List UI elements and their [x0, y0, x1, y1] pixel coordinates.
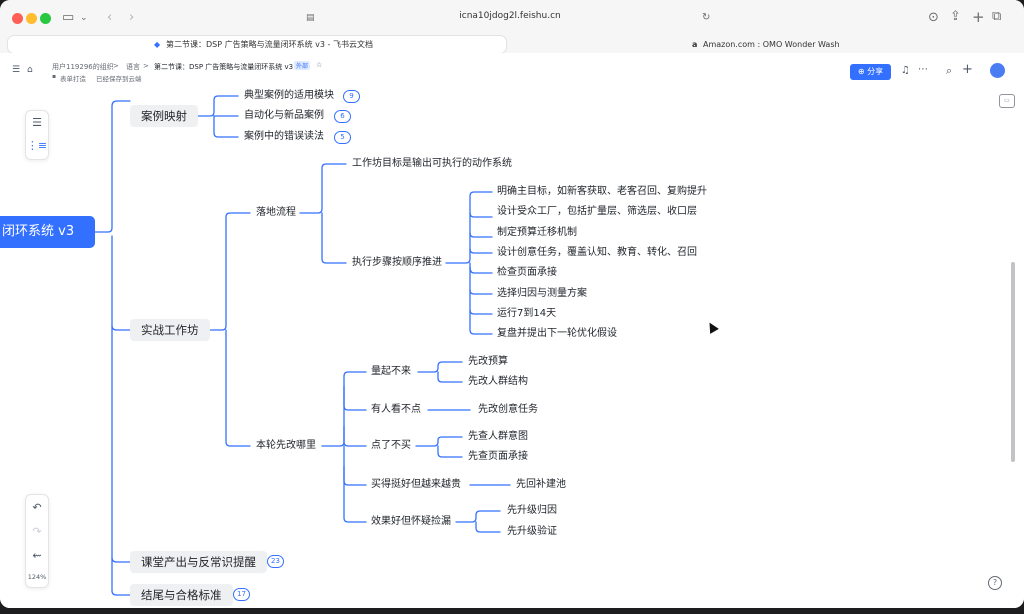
node-getting-expensive[interactable]: 买得挺好但越来越贵 [371, 478, 461, 492]
mindmap-view-icon[interactable]: ⋮≡ [26, 139, 48, 152]
node-step[interactable]: 检查页面承接 [497, 266, 557, 280]
tab-overview-icon[interactable]: ⧉ [992, 9, 1001, 25]
forward-icon[interactable]: › [129, 10, 134, 26]
title-bar: ▭ ⌄ ‹ › ▤ icna10jdog2l.feishu.cn ↻ ⊙ ⇪ +… [0, 0, 1024, 36]
star-icon[interactable]: ☆ [316, 61, 322, 69]
zoom-window-button[interactable] [40, 13, 51, 24]
breadcrumb-separator: > [113, 62, 119, 70]
collapsed-count-badge[interactable]: 5 [334, 131, 351, 144]
doc-title[interactable]: 第二节课：DSP 广告策略与流量闭环系统 v3 [154, 62, 293, 72]
menu-icon[interactable]: ☰ [12, 65, 20, 75]
browser-window: ▭ ⌄ ‹ › ▤ icna10jdog2l.feishu.cn ↻ ⊙ ⇪ +… [0, 0, 1024, 608]
node-step[interactable]: 选择归因与测量方案 [497, 287, 587, 301]
share-button[interactable]: ⊕ 分享 [850, 64, 891, 80]
mindmap-root-node[interactable]: 闭环系统 v3 [0, 216, 95, 248]
node-workshop-goal[interactable]: 工作坊目标是输出可执行的动作系统 [352, 157, 512, 171]
breadcrumb-org[interactable]: 用户119296的组织 [52, 62, 114, 72]
minimize-window-button[interactable] [26, 13, 37, 24]
download-icon[interactable]: ⊙ [928, 10, 939, 26]
breadcrumb-parent[interactable]: 语言 [126, 62, 140, 72]
breadcrumb-separator: > [143, 62, 149, 70]
node-no-clicks[interactable]: 有人看不点 [371, 403, 421, 417]
node-step[interactable]: 运行7到14天 [497, 307, 556, 321]
url-text: icna10jdog2l.feishu.cn [459, 11, 561, 21]
save-status: 已经保存到云端 [96, 75, 142, 83]
chevron-down-icon[interactable]: ⌄ [80, 10, 88, 26]
doc-header: ☰ ⌂ 用户119296的组织 > 语言 > 第二节课：DSP 广告策略与流量闭… [0, 53, 1024, 87]
node-workshop[interactable]: 实战工作坊 [130, 319, 210, 341]
node-automation-cases[interactable]: 自动化与新品案例 [244, 109, 324, 123]
share-label: 分享 [867, 67, 884, 76]
bell-icon[interactable]: ♫ [901, 65, 910, 76]
node-action[interactable]: 先查人群意图 [468, 430, 528, 444]
tab-feishu-doc[interactable]: ◆ 第二节课：DSP 广告策略与流量闭环系统 v3 - 飞书云文档 [8, 36, 506, 53]
amazon-logo-icon: a [692, 40, 698, 49]
reload-icon[interactable]: ↻ [702, 10, 710, 26]
node-landing-process[interactable]: 落地流程 [256, 206, 296, 220]
folder-icon: ▪ [52, 73, 57, 80]
node-action[interactable]: 先升级归因 [507, 504, 557, 518]
node-step[interactable]: 明确主目标，如新客获取、老客召回、复购提升 [497, 185, 707, 199]
tab-title: 第二节课：DSP 广告策略与流量闭环系统 v3 - 飞书云文档 [166, 40, 373, 49]
tab-amazon[interactable]: a Amazon.com : OMO Wonder Wash [512, 36, 1016, 53]
globe-icon: ⊕ [857, 67, 865, 76]
comment-icon[interactable]: ▭ [999, 94, 1015, 108]
collapsed-count-badge[interactable]: 23 [267, 555, 284, 568]
avatar[interactable] [990, 63, 1005, 78]
tab-bar: ◆ 第二节课：DSP 广告策略与流量闭环系统 v3 - 飞书云文档 a Amaz… [0, 36, 1024, 53]
home-icon[interactable]: ⌂ [27, 65, 33, 75]
tab-title: Amazon.com : OMO Wonder Wash [703, 40, 840, 49]
node-volume-low[interactable]: 量起不来 [371, 365, 411, 379]
node-step[interactable]: 制定预算迁移机制 [497, 226, 577, 240]
close-window-button[interactable] [12, 13, 23, 24]
external-tag: 外部 [294, 61, 311, 70]
feishu-logo-icon: ◆ [154, 40, 161, 49]
share-icon[interactable]: ⇪ [950, 9, 961, 25]
node-case-mapping[interactable]: 案例映射 [130, 105, 198, 127]
node-no-purchase[interactable]: 点了不买 [371, 439, 411, 453]
redo-icon[interactable]: ↷ [26, 525, 48, 538]
collapse-icon[interactable]: ⇜ [26, 549, 48, 562]
address-bar[interactable]: ▤ icna10jdog2l.feishu.cn ↻ [300, 7, 720, 29]
tag-label: 表单打造 [60, 75, 86, 83]
back-icon[interactable]: ‹ [107, 10, 112, 26]
node-action[interactable]: 先改人群结构 [468, 375, 528, 389]
node-step[interactable]: 设计受众工厂，包括扩量层、筛选层、收口层 [497, 205, 697, 219]
help-icon[interactable]: ? [988, 576, 1002, 590]
node-action[interactable]: 先改创意任务 [478, 403, 538, 417]
undo-icon[interactable]: ↶ [26, 501, 48, 514]
collapsed-count-badge[interactable]: 6 [334, 110, 351, 123]
zoom-level[interactable]: 124% [26, 573, 48, 581]
node-step[interactable]: 设计创意任务，覆盖认知、教育、转化、召回 [497, 246, 697, 260]
node-where-to-change[interactable]: 本轮先改哪里 [256, 439, 316, 453]
view-toolbar: ☰ ⋮≡ [25, 110, 49, 160]
search-icon[interactable]: ⌕ [946, 64, 952, 78]
edit-toolbar: ↶ ↷ ⇜ 124% [25, 494, 49, 588]
node-typical-cases[interactable]: 典型案例的适用模块 [244, 89, 334, 103]
collapsed-count-badge[interactable]: 17 [233, 588, 250, 601]
node-suspect-harvest[interactable]: 效果好但怀疑捡漏 [371, 515, 451, 529]
node-execution-steps[interactable]: 执行步骤按顺序推进 [352, 256, 442, 270]
add-icon[interactable]: + [962, 62, 973, 77]
node-class-output[interactable]: 课堂产出与反常识提醒 [130, 551, 267, 573]
node-step[interactable]: 复盘并提出下一轮优化假设 [497, 327, 617, 341]
new-tab-icon[interactable]: + [972, 9, 985, 25]
collapsed-count-badge[interactable]: 9 [343, 90, 360, 103]
node-action[interactable]: 先查页面承接 [468, 450, 528, 464]
sidebar-icon[interactable]: ▭ [62, 10, 74, 26]
node-action[interactable]: 先回补建池 [516, 478, 566, 492]
node-action[interactable]: 先升级验证 [507, 525, 557, 539]
mindmap-canvas[interactable]: 闭环系统 v3 案例映射 实战工作坊 课堂产出与反常识提醒 23 结尾与合格标准… [0, 86, 1024, 608]
vertical-scrollbar[interactable] [1011, 262, 1015, 462]
more-icon[interactable]: ⋯ [918, 64, 928, 75]
node-action[interactable]: 先改预算 [468, 355, 508, 369]
node-ending-standard[interactable]: 结尾与合格标准 [130, 584, 233, 606]
node-case-errors[interactable]: 案例中的错误读法 [244, 130, 324, 144]
outline-icon[interactable]: ☰ [26, 116, 48, 129]
